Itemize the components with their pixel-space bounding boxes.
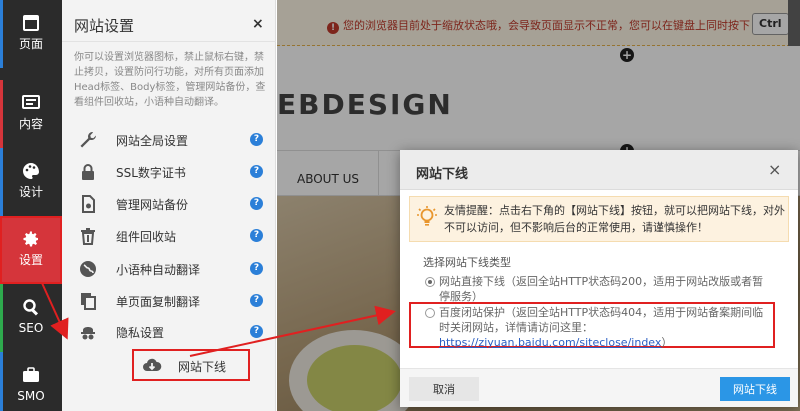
sidebar-item-design[interactable]: 设计 <box>0 148 62 216</box>
lightbulb-icon <box>416 205 438 229</box>
sidebar-edge <box>0 148 3 216</box>
menu-item-label: 组件回收站 <box>116 230 177 244</box>
page-icon <box>21 13 41 33</box>
baidu-siteclose-link[interactable]: https://ziyuan.baidu.com/siteclose/index <box>439 336 661 349</box>
help-icon[interactable]: ? <box>250 294 263 307</box>
gear-icon <box>21 229 41 249</box>
menu-item-label: SSL数字证书 <box>116 166 186 180</box>
dialog-footer: 取消 网站下线 <box>400 368 798 407</box>
website-settings-panel: 网站设置 × 你可以设置浏览器图标，禁止鼠标右键，禁止拷贝，设置防问行功能，对所… <box>62 0 276 411</box>
trash-icon <box>78 226 98 246</box>
privacy-icon <box>78 322 98 342</box>
menu-item-ssl[interactable]: SSL数字证书 ? <box>72 158 272 186</box>
sidebar-item-content[interactable]: 内容 <box>0 80 62 148</box>
globe-icon <box>78 259 98 279</box>
menu-item-recycle-bin[interactable]: 组件回收站 ? <box>72 222 272 250</box>
menu-item-global-settings[interactable]: 网站全局设置 ? <box>72 126 272 154</box>
option-direct-offline[interactable]: 网站直接下线（返回全站HTTP状态码200，适用于网站改版或者暂停服务） <box>439 274 774 304</box>
dialog-title: 网站下线 <box>416 167 469 182</box>
help-icon[interactable]: ? <box>250 197 263 210</box>
close-icon[interactable]: × <box>252 16 264 32</box>
menu-item-label: 单页面复制翻译 <box>116 295 201 309</box>
sidebar-item-smo[interactable]: SMO <box>0 352 62 411</box>
help-icon[interactable]: ? <box>250 262 263 275</box>
help-icon[interactable]: ? <box>250 325 263 338</box>
close-icon[interactable]: × <box>768 160 781 179</box>
menu-item-copy-translate[interactable]: 单页面复制翻译 ? <box>72 287 272 315</box>
menu-item-privacy[interactable]: 隐私设置 ? <box>72 318 272 346</box>
cancel-button[interactable]: 取消 <box>409 377 479 401</box>
sidebar-item-label: 设计 <box>18 185 43 199</box>
panel-header: 网站设置 × <box>62 0 276 42</box>
menu-item-label: 网站下线 <box>178 360 227 374</box>
dialog-header: 网站下线 × <box>400 150 798 190</box>
content-icon <box>21 93 41 113</box>
search-icon <box>21 297 41 317</box>
menu-item-label: 管理网站备份 <box>116 198 189 212</box>
sidebar-edge <box>0 80 3 148</box>
menu-item-backup[interactable]: 管理网站备份 ? <box>72 190 272 218</box>
lock-icon <box>78 162 98 182</box>
radio-baidu-protect[interactable] <box>425 308 435 318</box>
menu-item-site-offline[interactable]: 网站下线 <box>132 349 250 381</box>
sidebar-item-label: SEO <box>18 321 44 335</box>
option-baidu-protect-text: 百度闭站保护（返回全站HTTP状态码404，适用于网站备案期间临时关闭网站，详情… <box>439 306 764 334</box>
sidebar-item-seo[interactable]: SEO <box>0 284 62 352</box>
panel-description: 你可以设置浏览器图标，禁止鼠标右键，禁止拷贝，设置防问行功能，对所有页面添加He… <box>74 52 266 108</box>
sidebar-item-settings[interactable]: 设置 <box>0 216 62 284</box>
sidebar-item-label: 页面 <box>18 37 43 51</box>
tip-box: 友情提醒：点击右下角的【网站下线】按钮，就可以把网站下线，对外不可以访问，但不影… <box>409 196 789 242</box>
offline-type-label: 选择网站下线类型 <box>423 256 511 269</box>
copy-icon <box>78 291 98 311</box>
sidebar-edge <box>0 284 3 352</box>
option-baidu-protect[interactable]: 百度闭站保护（返回全站HTTP状态码404，适用于网站备案期间临时关闭网站，详情… <box>439 305 774 350</box>
radio-direct-offline[interactable] <box>425 277 435 287</box>
site-offline-dialog: 网站下线 × 友情提醒：点击右下角的【网站下线】按钮，就可以把网站下线，对外不可… <box>400 150 798 407</box>
help-icon[interactable]: ? <box>250 229 263 242</box>
sidebar-edge <box>0 352 3 411</box>
sidebar-edge <box>0 0 3 68</box>
menu-item-label: 隐私设置 <box>116 326 165 340</box>
main-sidebar: 页面 内容 设计 设置 SEO SMO <box>0 0 62 411</box>
briefcase-icon <box>21 365 41 385</box>
help-icon[interactable]: ? <box>250 133 263 146</box>
sidebar-item-label: 内容 <box>18 117 43 131</box>
sidebar-item-page[interactable]: 页面 <box>0 0 62 68</box>
menu-item-auto-translate[interactable]: 小语种自动翻译 ? <box>72 255 272 283</box>
sidebar-item-label: SMO <box>17 389 45 403</box>
backup-icon <box>78 194 98 214</box>
option-baidu-protect-end: ） <box>661 336 673 349</box>
sidebar-item-label: 设置 <box>18 253 43 267</box>
menu-item-label: 网站全局设置 <box>116 134 189 148</box>
cloud-download-icon <box>142 355 162 375</box>
help-icon[interactable]: ? <box>250 165 263 178</box>
palette-icon <box>21 161 41 181</box>
tip-text: 友情提醒：点击右下角的【网站下线】按钮，就可以把网站下线，对外不可以访问，但不影… <box>444 204 785 234</box>
panel-title: 网站设置 <box>74 17 135 35</box>
menu-item-label: 小语种自动翻译 <box>116 263 201 277</box>
wrench-icon <box>78 130 98 150</box>
site-offline-confirm-button[interactable]: 网站下线 <box>720 377 790 401</box>
